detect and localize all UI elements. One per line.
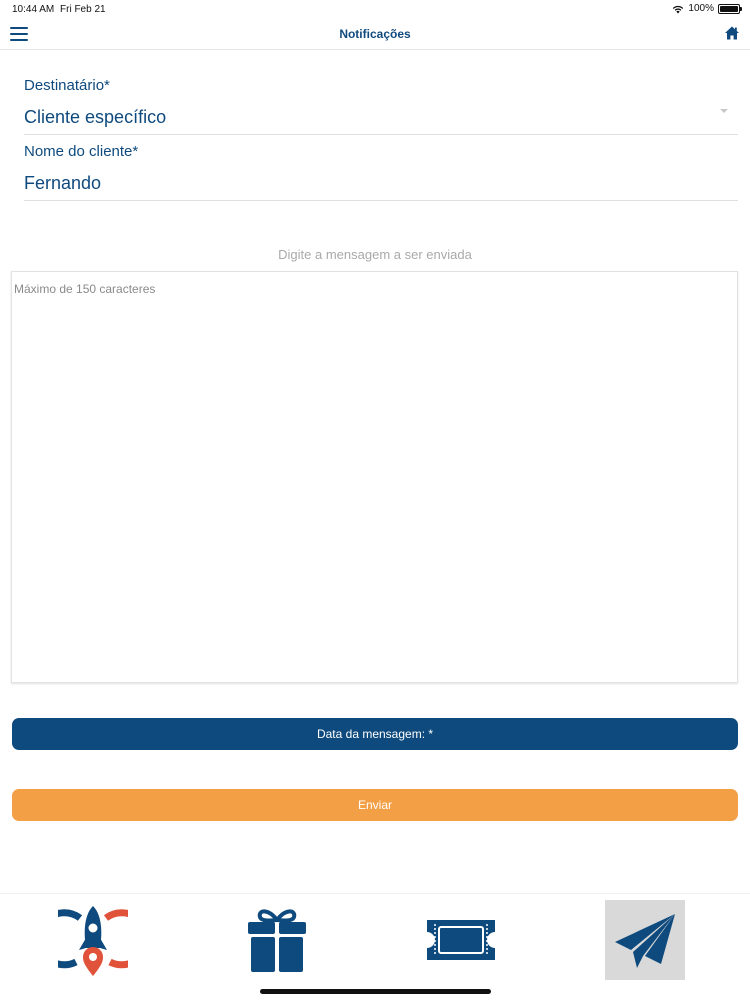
tab-rocket[interactable] xyxy=(53,900,133,980)
rocket-location-icon xyxy=(58,906,128,976)
client-name-divider xyxy=(24,200,738,201)
tab-gift[interactable] xyxy=(237,900,317,980)
message-textarea[interactable]: Máximo de 150 caracteres xyxy=(11,271,738,683)
ticket-icon xyxy=(427,920,495,960)
tab-notifications[interactable] xyxy=(605,900,685,980)
paper-plane-icon xyxy=(615,914,675,968)
message-placeholder: Máximo de 150 caracteres xyxy=(14,282,156,296)
message-date-button[interactable]: Data da mensagem: * xyxy=(12,718,738,750)
home-icon[interactable] xyxy=(724,25,740,41)
client-name-field[interactable]: Fernando xyxy=(24,173,101,194)
recipient-label: Destinatário* xyxy=(24,77,110,94)
message-hint: Digite a mensagem a ser enviada xyxy=(278,247,472,262)
tab-ticket[interactable] xyxy=(421,900,501,980)
nav-bar: Notificações xyxy=(0,18,750,50)
send-button[interactable]: Enviar xyxy=(12,789,738,821)
client-name-label: Nome do cliente* xyxy=(24,143,139,160)
status-date: Fri Feb 21 xyxy=(60,4,106,15)
home-indicator[interactable] xyxy=(260,989,491,994)
status-right: 100% xyxy=(672,3,742,14)
status-time: 10:44 AM xyxy=(12,4,55,15)
recipient-select[interactable]: Cliente específico xyxy=(24,107,166,128)
tab-bar xyxy=(0,893,750,1000)
page-title: Notificações xyxy=(339,27,411,41)
recipient-divider xyxy=(24,134,738,135)
chevron-down-icon[interactable] xyxy=(720,109,728,113)
gift-icon xyxy=(248,909,306,972)
battery-percent: 100% xyxy=(688,3,714,14)
battery-icon xyxy=(718,3,742,14)
wifi-icon xyxy=(673,5,684,13)
status-bar: 10:44 AM Fri Feb 21 100% xyxy=(0,0,750,18)
